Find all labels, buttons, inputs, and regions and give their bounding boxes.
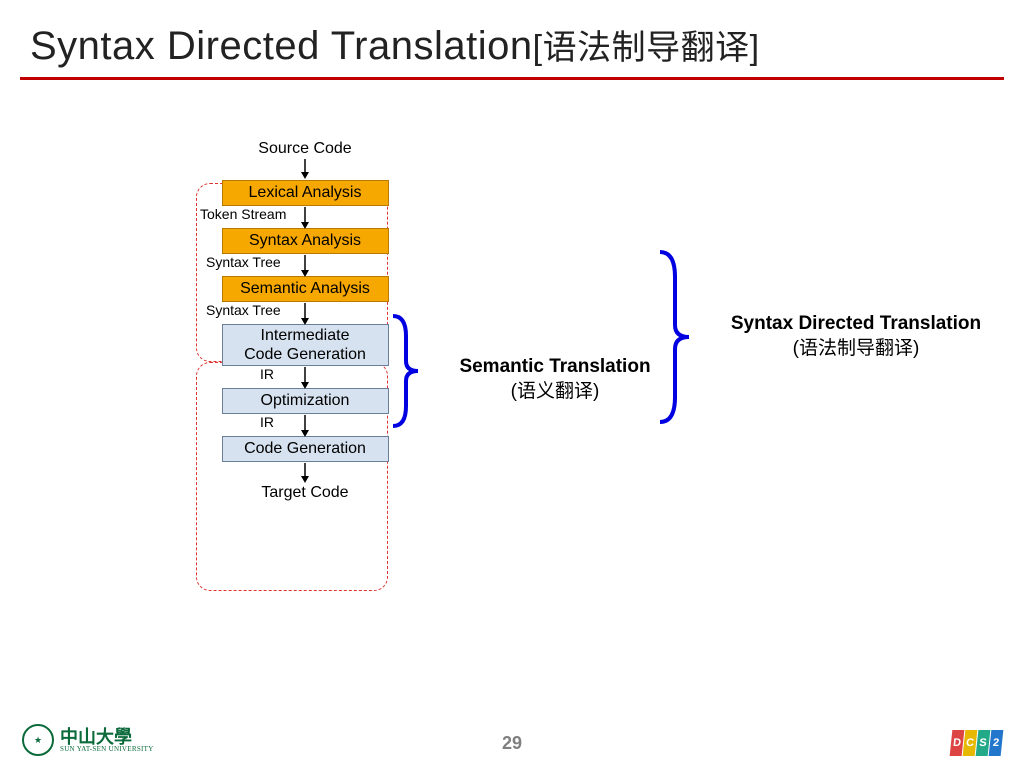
syntax-tree-label-2: Syntax Tree [206,302,281,318]
arrow-icon [298,255,312,277]
seal-icon: ★ [22,724,54,756]
semantic-translation-label: Semantic Translation (语义翻译) [440,355,670,404]
arrow-icon [298,367,312,389]
course-logo: D C S 2 [951,730,1002,756]
source-code-label: Source Code [200,140,410,158]
icg-line2: Code Generation [244,346,366,363]
page-number: 29 [0,733,1024,754]
brace1-title: Semantic Translation [459,356,650,377]
arrow-icon [298,415,312,437]
arrow-icon [298,303,312,325]
uni-cn: 中山大學 [60,728,154,746]
code-generation-box: Code Generation [222,436,389,462]
semantic-analysis-box: Semantic Analysis [222,276,389,302]
university-logo: ★ 中山大學 SUN YAT-SEN UNIVERSITY [22,724,154,756]
optimization-box: Optimization [222,388,389,414]
icg-line1: Intermediate [261,327,350,344]
syntax-tree-label: Syntax Tree [206,254,281,270]
title-sub: [语法制导翻译] [533,29,760,67]
title-underline [20,77,1004,80]
token-stream-label: Token Stream [200,206,286,222]
intermediate-codegen-box: Intermediate Code Generation [222,324,389,366]
ir-label-2: IR [260,414,274,430]
syntax-analysis-box: Syntax Analysis [222,228,389,254]
arrow-icon [298,159,312,179]
target-code-label: Target Code [200,484,410,502]
brace1-sub: (语义翻译) [511,381,600,402]
ir-label: IR [260,366,274,382]
compiler-pipeline: Source Code Lexical Analysis Token Strea… [200,140,410,502]
arrow-icon [298,463,312,483]
brace2-title: Syntax Directed Translation [731,313,981,334]
uni-en: SUN YAT-SEN UNIVERSITY [60,746,154,753]
page-title: Syntax Directed Translation[语法制导翻译] [0,0,1024,77]
lexical-analysis-box: Lexical Analysis [222,180,389,206]
title-main: Syntax Directed Translation [30,24,533,68]
brace2-sub: (语法制导翻译) [793,338,920,359]
brace-icon [388,311,428,431]
arrow-icon [298,207,312,229]
syntax-directed-translation-label: Syntax Directed Translation (语法制导翻译) [706,312,1006,361]
brace-icon [655,247,701,427]
